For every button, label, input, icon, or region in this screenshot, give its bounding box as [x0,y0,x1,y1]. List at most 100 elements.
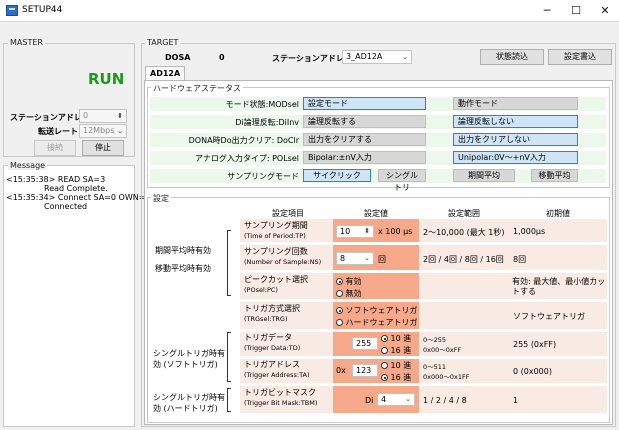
td-option-hex[interactable]: 16 進 [381,345,411,356]
tp-unit: x 100 μs [378,227,413,236]
settings-label: 設定 [151,193,171,204]
diinv-no-invert[interactable]: 論理反転しない [453,115,578,128]
modsel-run-mode[interactable]: 動作モード [453,97,578,110]
td-option-dec[interactable]: 10 進 [381,333,411,344]
read-status-button[interactable]: 状態読込 [480,49,544,65]
tp-initial: 1,000μs [513,227,546,236]
row-ta-name: トリガアドレス [244,360,300,369]
connect-button[interactable]: 接続 [34,140,76,156]
polsel-bipolar[interactable]: Bipolar:±nV入力 [303,151,426,164]
row-tbm-name: トリガビットマスク [244,388,316,397]
title-bar: SETUP44 ─ ☐ ✕ [0,0,619,22]
target-device-name: DOSA [165,53,191,62]
group-hard-label-1: シングルトリガ時有 [153,393,225,402]
row-tbm-initial-cell [509,386,607,413]
radio-icon[interactable] [336,307,343,314]
ta-input[interactable]: 123 [352,364,378,377]
trg-option-hard[interactable]: ハードウェアトリガ [336,317,418,328]
radio-icon[interactable] [381,335,388,342]
pc-initial: 有効: 最大値、最小値カットする [512,277,606,296]
target-station-select[interactable]: 3_AD12A ⌄ [342,50,412,64]
polsel-unipolar[interactable]: Unipolar:0V〜+nV入力 [453,151,578,164]
doclr-clear[interactable]: 出力をクリアする [303,133,426,146]
ns-initial: 8回 [513,255,527,264]
radio-icon[interactable] [381,374,388,381]
td-initial: 255 (0xFF) [513,340,557,349]
master-station-label: ステーションアドレス [10,113,90,122]
ta-range-1: 0〜511 [423,363,447,371]
sampling-mode-cyclic[interactable]: サイクリック [303,169,371,182]
stop-button[interactable]: 停止 [82,140,124,156]
minimize-icon[interactable]: ─ [540,4,554,18]
ns-unit: 回 [378,255,386,264]
trg-initial: ソフトウェアトリガ [513,312,585,321]
master-label: MASTER [8,38,45,47]
group-avg-bracket [227,230,231,296]
row-pc-sub: (POsel:PC) [244,286,278,294]
tbm-prefix: Di [365,396,374,405]
window-title: SETUP44 [22,5,63,15]
hardware-status-label: ハードウェアステータス [151,83,243,94]
header-value: 設定値 [364,209,388,218]
doclr-no-clear[interactable]: 出力をクリアしない [453,133,578,146]
header-initial: 初期値 [546,209,570,218]
spinner-icon[interactable]: ⬍ [364,227,370,235]
td-range-1: 0〜255 [423,336,447,344]
chevron-down-icon: ⌄ [117,127,123,135]
sampling-mode-single[interactable]: シングルトリ [378,169,426,192]
hw-label-sampling: サンプリングモード [227,172,299,181]
radio-icon[interactable] [336,290,343,297]
spinner-icon[interactable]: ⬍ [117,112,123,120]
row-trg-name: トリガ方式選択 [244,304,300,313]
diinv-invert[interactable]: 論理反転する [303,115,426,128]
ns-range: 2回 / 4回 / 8回 / 16回 [423,255,504,264]
target-label: TARGET [145,38,181,47]
master-station-input[interactable]: 0 ⬍ [79,109,127,123]
tbm-select[interactable]: 4 ⌄ [377,393,415,406]
radio-icon[interactable] [381,347,388,354]
row-trg-range-cell [419,302,509,329]
radio-icon[interactable] [381,362,388,369]
maximize-icon[interactable]: ☐ [569,4,583,18]
write-settings-button[interactable]: 設定書込 [548,49,612,65]
radio-icon[interactable] [336,278,343,285]
row-tp-sub: (Time of Period:TP) [244,232,306,240]
ns-select[interactable]: 8 ⌄ [336,252,374,265]
close-icon[interactable]: ✕ [598,4,612,18]
master-rate-select[interactable]: 12Mbps ⌄ [79,124,127,138]
chevron-down-icon: ⌄ [364,254,370,262]
header-item: 設定項目 [272,209,304,218]
row-tp-name: サンプリング期間 [244,221,308,230]
tbm-range: 1 / 2 / 4 / 8 [423,396,467,405]
group-avg-label-2: 移動平均時有効 [155,264,211,273]
pc-option-on[interactable]: 有効 [336,276,362,287]
row-tbm-sub: (Trigger Bit Mask:TBM) [244,399,318,407]
tp-input[interactable]: 10 ⬍ [336,225,374,238]
app-icon [6,5,18,16]
row-ns-name: サンプリング回数 [244,247,308,256]
radio-icon[interactable] [336,319,343,326]
message-label: Message [8,161,48,170]
sampling-mode-moving-avg[interactable]: 移動平均 [531,169,578,182]
group-hard-bracket [227,388,231,412]
pc-option-off[interactable]: 無効 [336,288,362,299]
group-soft-label-1: シングルトリガ時有 [153,349,225,358]
tab-ad12a[interactable]: AD12A [145,66,186,80]
row-ta-sub: (Trigger Address:TA) [244,371,310,379]
sampling-mode-period-avg[interactable]: 期間平均 [453,169,515,182]
td-input[interactable]: 255 [352,337,378,350]
message-line: Connected [44,202,88,211]
hw-label-modsel: モード状態:MODsel [225,100,299,109]
chevron-down-icon: ⌄ [402,53,408,61]
master-rate-label: 転送レート [38,127,78,136]
modsel-setting-mode[interactable]: 設定モード [303,97,426,110]
group-avg-label-1: 期間平均時有効 [155,246,211,255]
header-range: 設定範囲 [448,209,480,218]
ta-option-hex[interactable]: 16 進 [381,372,411,383]
trg-option-soft[interactable]: ソフトウェアトリガ [336,305,418,316]
ta-range-2: 0x000〜0x1FF [423,373,470,381]
ta-option-dec[interactable]: 10 進 [381,360,411,371]
chevron-down-icon: ⌄ [405,395,411,403]
row-td-sub: (Trigger Data:TD) [244,344,301,352]
row-trg-sub: (TRGsel:TRG) [244,315,288,323]
